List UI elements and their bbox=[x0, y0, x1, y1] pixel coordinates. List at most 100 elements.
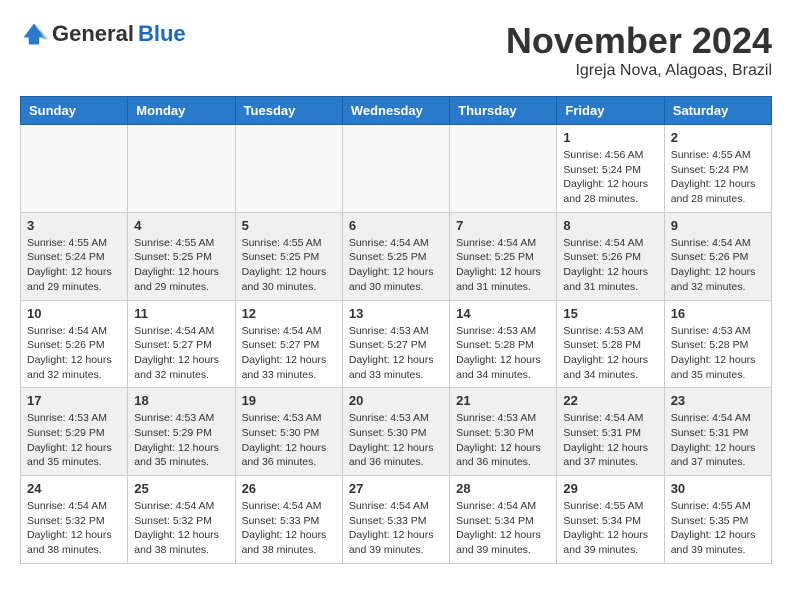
logo: GeneralBlue bbox=[20, 20, 186, 48]
logo-icon bbox=[20, 20, 48, 48]
calendar-day-cell: 19Sunrise: 4:53 AMSunset: 5:30 PMDayligh… bbox=[235, 388, 342, 476]
day-info: Sunrise: 4:53 AMSunset: 5:28 PMDaylight:… bbox=[456, 324, 550, 383]
day-info: Sunrise: 4:54 AMSunset: 5:32 PMDaylight:… bbox=[134, 499, 228, 558]
weekday-header: Saturday bbox=[664, 97, 771, 125]
calendar-day-cell bbox=[21, 125, 128, 213]
day-info: Sunrise: 4:55 AMSunset: 5:24 PMDaylight:… bbox=[27, 236, 121, 295]
weekday-header: Monday bbox=[128, 97, 235, 125]
day-info: Sunrise: 4:53 AMSunset: 5:29 PMDaylight:… bbox=[134, 411, 228, 470]
calendar-day-cell: 8 Sunrise: 4:54 AMSunset: 5:26 PMDaylight… bbox=[557, 212, 664, 300]
day-info: Sunrise: 4:53 AMSunset: 5:30 PMDaylight:… bbox=[456, 411, 550, 470]
day-number: 19 bbox=[242, 393, 336, 408]
day-info: Sunrise: 4:53 AMSunset: 5:30 PMDaylight:… bbox=[349, 411, 443, 470]
day-number: 23 bbox=[671, 393, 765, 408]
calendar-day-cell: 14 Sunrise: 4:53 AMSunset: 5:28 PMDayligh… bbox=[450, 300, 557, 388]
day-number: 15 bbox=[563, 306, 657, 321]
day-info: Sunrise: 4:55 AMSunset: 5:25 PMDaylight:… bbox=[242, 236, 336, 295]
calendar-day-cell: 23 Sunrise: 4:54 AMSunset: 5:31 PMDayligh… bbox=[664, 388, 771, 476]
calendar-day-cell: 3 Sunrise: 4:55 AMSunset: 5:24 PMDaylight… bbox=[21, 212, 128, 300]
weekday-header: Tuesday bbox=[235, 97, 342, 125]
calendar-day-cell: 1Sunrise: 4:56 AMSunset: 5:24 PMDaylight… bbox=[557, 125, 664, 213]
calendar-day-cell: 26 Sunrise: 4:54 AMSunset: 5:33 PMDayligh… bbox=[235, 476, 342, 564]
day-info: Sunrise: 4:53 AMSunset: 5:29 PMDaylight:… bbox=[27, 411, 121, 470]
day-number: 17 bbox=[27, 393, 121, 408]
day-number: 27 bbox=[349, 481, 443, 496]
calendar-day-cell bbox=[235, 125, 342, 213]
day-info: Sunrise: 4:55 AMSunset: 5:34 PMDaylight:… bbox=[563, 499, 657, 558]
calendar: SundayMondayTuesdayWednesdayThursdayFrid… bbox=[20, 96, 772, 564]
day-number: 26 bbox=[242, 481, 336, 496]
logo-general: General bbox=[52, 21, 134, 47]
day-number: 1 bbox=[563, 130, 657, 145]
calendar-week-row: 10 Sunrise: 4:54 AMSunset: 5:26 PMDayligh… bbox=[21, 300, 772, 388]
calendar-day-cell: 27 Sunrise: 4:54 AMSunset: 5:33 PMDayligh… bbox=[342, 476, 449, 564]
calendar-day-cell: 9Sunrise: 4:54 AMSunset: 5:26 PMDaylight… bbox=[664, 212, 771, 300]
calendar-day-cell bbox=[450, 125, 557, 213]
day-info: Sunrise: 4:54 AMSunset: 5:25 PMDaylight:… bbox=[456, 236, 550, 295]
weekday-header: Friday bbox=[557, 97, 664, 125]
day-number: 25 bbox=[134, 481, 228, 496]
day-number: 16 bbox=[671, 306, 765, 321]
day-number: 14 bbox=[456, 306, 550, 321]
title-area: November 2024 Igreja Nova, Alagoas, Braz… bbox=[506, 20, 772, 80]
weekday-header: Sunday bbox=[21, 97, 128, 125]
day-number: 4 bbox=[134, 218, 228, 233]
calendar-day-cell: 20 Sunrise: 4:53 AMSunset: 5:30 PMDayligh… bbox=[342, 388, 449, 476]
day-info: Sunrise: 4:54 AMSunset: 5:33 PMDaylight:… bbox=[349, 499, 443, 558]
calendar-day-cell: 5 Sunrise: 4:55 AMSunset: 5:25 PMDaylight… bbox=[235, 212, 342, 300]
calendar-day-cell: 22 Sunrise: 4:54 AMSunset: 5:31 PMDayligh… bbox=[557, 388, 664, 476]
calendar-week-row: 3 Sunrise: 4:55 AMSunset: 5:24 PMDaylight… bbox=[21, 212, 772, 300]
day-number: 10 bbox=[27, 306, 121, 321]
calendar-day-cell: 25 Sunrise: 4:54 AMSunset: 5:32 PMDayligh… bbox=[128, 476, 235, 564]
day-info: Sunrise: 4:53 AMSunset: 5:27 PMDaylight:… bbox=[349, 324, 443, 383]
calendar-day-cell: 30Sunrise: 4:55 AMSunset: 5:35 PMDayligh… bbox=[664, 476, 771, 564]
day-number: 9 bbox=[671, 218, 765, 233]
calendar-day-cell: 24 Sunrise: 4:54 AMSunset: 5:32 PMDayligh… bbox=[21, 476, 128, 564]
day-info: Sunrise: 4:54 AMSunset: 5:27 PMDaylight:… bbox=[242, 324, 336, 383]
calendar-day-cell: 6Sunrise: 4:54 AMSunset: 5:25 PMDaylight… bbox=[342, 212, 449, 300]
calendar-day-cell: 2Sunrise: 4:55 AMSunset: 5:24 PMDaylight… bbox=[664, 125, 771, 213]
calendar-header-row: SundayMondayTuesdayWednesdayThursdayFrid… bbox=[21, 97, 772, 125]
day-number: 24 bbox=[27, 481, 121, 496]
day-info: Sunrise: 4:54 AMSunset: 5:33 PMDaylight:… bbox=[242, 499, 336, 558]
day-info: Sunrise: 4:54 AMSunset: 5:27 PMDaylight:… bbox=[134, 324, 228, 383]
calendar-week-row: 1Sunrise: 4:56 AMSunset: 5:24 PMDaylight… bbox=[21, 125, 772, 213]
calendar-day-cell: 10 Sunrise: 4:54 AMSunset: 5:26 PMDayligh… bbox=[21, 300, 128, 388]
month-title: November 2024 bbox=[506, 20, 772, 62]
weekday-header: Thursday bbox=[450, 97, 557, 125]
day-number: 7 bbox=[456, 218, 550, 233]
day-number: 13 bbox=[349, 306, 443, 321]
location: Igreja Nova, Alagoas, Brazil bbox=[506, 62, 772, 80]
day-number: 20 bbox=[349, 393, 443, 408]
calendar-day-cell: 16 Sunrise: 4:53 AMSunset: 5:28 PMDayligh… bbox=[664, 300, 771, 388]
day-info: Sunrise: 4:53 AMSunset: 5:28 PMDaylight:… bbox=[563, 324, 657, 383]
day-info: Sunrise: 4:53 AMSunset: 5:28 PMDaylight:… bbox=[671, 324, 765, 383]
day-number: 6 bbox=[349, 218, 443, 233]
day-info: Sunrise: 4:54 AMSunset: 5:31 PMDaylight:… bbox=[563, 411, 657, 470]
calendar-day-cell: 15 Sunrise: 4:53 AMSunset: 5:28 PMDayligh… bbox=[557, 300, 664, 388]
day-number: 8 bbox=[563, 218, 657, 233]
day-info: Sunrise: 4:54 AMSunset: 5:31 PMDaylight:… bbox=[671, 411, 765, 470]
day-info: Sunrise: 4:55 AMSunset: 5:35 PMDaylight:… bbox=[671, 499, 765, 558]
calendar-day-cell: 29Sunrise: 4:55 AMSunset: 5:34 PMDayligh… bbox=[557, 476, 664, 564]
calendar-day-cell: 18 Sunrise: 4:53 AMSunset: 5:29 PMDayligh… bbox=[128, 388, 235, 476]
day-number: 3 bbox=[27, 218, 121, 233]
day-info: Sunrise: 4:54 AMSunset: 5:34 PMDaylight:… bbox=[456, 499, 550, 558]
calendar-day-cell: 12Sunrise: 4:54 AMSunset: 5:27 PMDayligh… bbox=[235, 300, 342, 388]
calendar-day-cell bbox=[342, 125, 449, 213]
calendar-day-cell: 4Sunrise: 4:55 AMSunset: 5:25 PMDaylight… bbox=[128, 212, 235, 300]
calendar-day-cell: 7 Sunrise: 4:54 AMSunset: 5:25 PMDaylight… bbox=[450, 212, 557, 300]
day-info: Sunrise: 4:54 AMSunset: 5:32 PMDaylight:… bbox=[27, 499, 121, 558]
day-number: 11 bbox=[134, 306, 228, 321]
day-number: 22 bbox=[563, 393, 657, 408]
day-number: 21 bbox=[456, 393, 550, 408]
calendar-week-row: 24 Sunrise: 4:54 AMSunset: 5:32 PMDayligh… bbox=[21, 476, 772, 564]
day-number: 5 bbox=[242, 218, 336, 233]
calendar-day-cell: 17 Sunrise: 4:53 AMSunset: 5:29 PMDayligh… bbox=[21, 388, 128, 476]
day-number: 18 bbox=[134, 393, 228, 408]
day-info: Sunrise: 4:54 AMSunset: 5:26 PMDaylight:… bbox=[27, 324, 121, 383]
logo-blue: Blue bbox=[138, 21, 186, 47]
day-info: Sunrise: 4:54 AMSunset: 5:26 PMDaylight:… bbox=[563, 236, 657, 295]
calendar-day-cell: 21 Sunrise: 4:53 AMSunset: 5:30 PMDayligh… bbox=[450, 388, 557, 476]
calendar-day-cell bbox=[128, 125, 235, 213]
